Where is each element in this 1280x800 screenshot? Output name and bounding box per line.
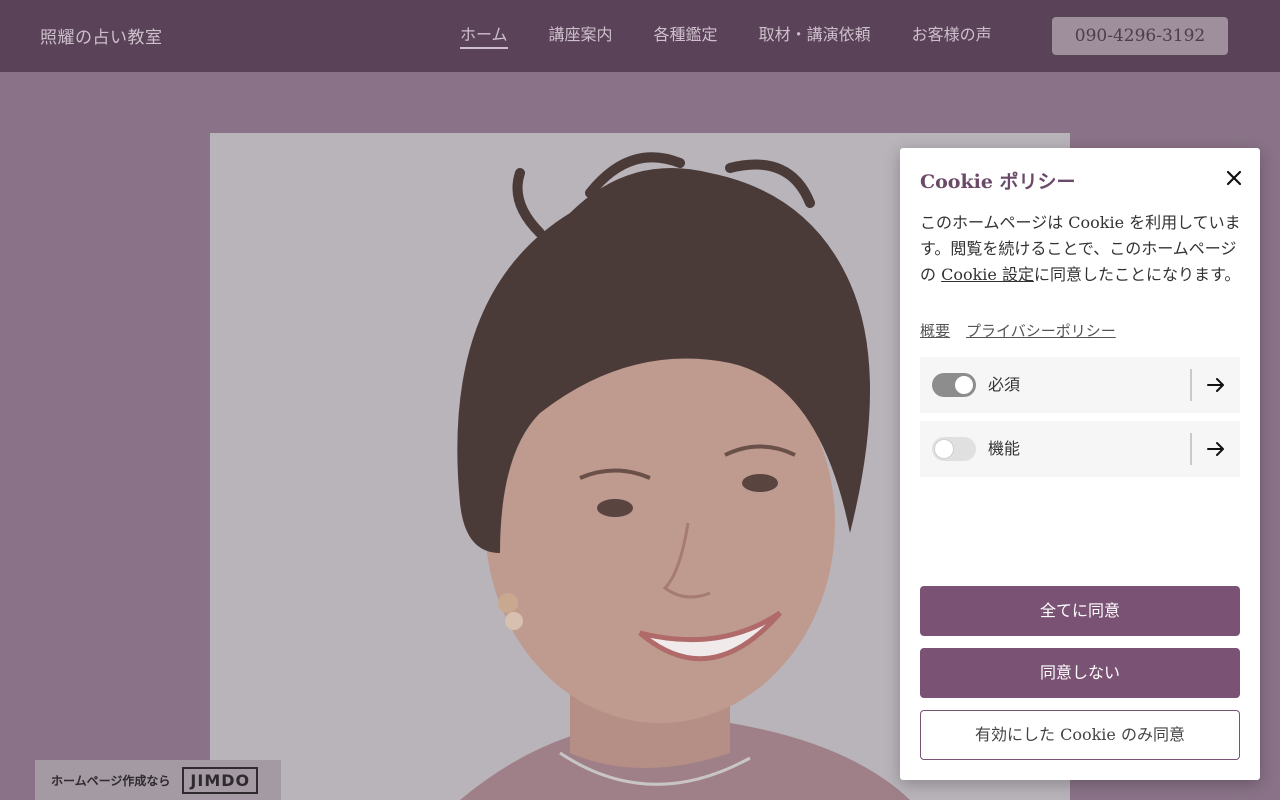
accept-selected-button[interactable]: 有効にした Cookie のみ同意 bbox=[920, 710, 1240, 760]
nav-item-courses[interactable]: 講座案内 bbox=[549, 23, 613, 49]
toggle-knob bbox=[955, 376, 973, 394]
site-header: 照耀の占い教室 ホーム 講座案内 各種鑑定 取材・講演依頼 お客様の声 090-… bbox=[0, 0, 1280, 72]
cookie-category-required[interactable]: 必須 bbox=[920, 357, 1240, 413]
cookie-dialog-links: 概要 プライバシーポリシー bbox=[920, 320, 1116, 341]
arrow-right-icon[interactable] bbox=[1206, 439, 1226, 459]
site-title[interactable]: 照耀の占い教室 bbox=[40, 23, 163, 48]
jimdo-badge[interactable]: ホームページ作成なら JIMDO bbox=[35, 760, 281, 800]
category-label: 必須 bbox=[988, 375, 1021, 394]
functional-toggle[interactable] bbox=[932, 437, 976, 461]
row-divider bbox=[1190, 369, 1192, 401]
row-divider bbox=[1190, 433, 1192, 465]
required-toggle[interactable] bbox=[932, 373, 976, 397]
arrow-right-icon[interactable] bbox=[1206, 375, 1226, 395]
category-label: 機能 bbox=[988, 439, 1021, 458]
nav-item-media-requests[interactable]: 取材・講演依頼 bbox=[759, 23, 871, 49]
cookie-policy-dialog: Cookie ポリシー このホームページは Cookie を利用しています。閲覧… bbox=[900, 148, 1260, 780]
nav-item-readings[interactable]: 各種鑑定 bbox=[654, 23, 718, 49]
main-nav: ホーム 講座案内 各種鑑定 取材・講演依頼 お客様の声 bbox=[460, 23, 992, 51]
cookie-category-functional[interactable]: 機能 bbox=[920, 421, 1240, 477]
overview-link[interactable]: 概要 bbox=[920, 320, 950, 341]
jimdo-badge-text: ホームページ作成なら bbox=[51, 773, 171, 788]
cookie-dialog-body: このホームページは Cookie を利用しています。閲覧を続けることで、このホー… bbox=[920, 210, 1244, 288]
cookie-body-text-end: に同意したことになります。 bbox=[1033, 265, 1241, 284]
nav-item-home[interactable]: ホーム bbox=[460, 23, 508, 49]
jimdo-logo: JIMDO bbox=[182, 766, 259, 794]
accept-all-button[interactable]: 全てに同意 bbox=[920, 586, 1240, 636]
phone-button[interactable]: 090-4296-3192 bbox=[1052, 17, 1228, 55]
nav-item-testimonials[interactable]: お客様の声 bbox=[912, 23, 992, 49]
cookie-dialog-title: Cookie ポリシー bbox=[920, 171, 1076, 193]
toggle-knob bbox=[935, 440, 953, 458]
decline-button[interactable]: 同意しない bbox=[920, 648, 1240, 698]
privacy-policy-link[interactable]: プライバシーポリシー bbox=[966, 320, 1116, 341]
close-icon[interactable] bbox=[1222, 166, 1246, 190]
cookie-settings-link[interactable]: Cookie 設定 bbox=[941, 265, 1034, 284]
